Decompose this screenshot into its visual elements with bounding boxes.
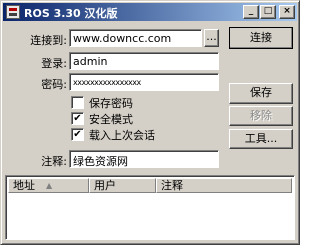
connect-to-label: 连接到: [30, 34, 67, 47]
secure-mode-checkbox[interactable]: ✔ [71, 112, 84, 125]
column-header-note[interactable]: 注释 [156, 178, 292, 193]
app-window: ROS 3.30 汉化版 _ □ × 连接到: www.downcc.com .… [0, 0, 300, 245]
login-label: 登录: [41, 57, 67, 70]
app-icon[interactable] [6, 5, 20, 19]
password-label: 密码: [41, 78, 67, 91]
password-field[interactable]: xxxxxxxxxxxxxxxx [69, 73, 219, 91]
save-button[interactable]: 保存 [229, 83, 293, 104]
load-last-session-label: 载入上次会话 [89, 129, 155, 142]
login-field[interactable]: admin [69, 52, 219, 70]
close-button[interactable]: × [279, 5, 295, 19]
tools-button[interactable]: 工具... [229, 129, 293, 149]
minimize-button[interactable]: _ [243, 5, 259, 19]
save-password-label: 保存密码 [89, 97, 133, 110]
remove-button[interactable]: 移除 [229, 106, 293, 126]
window-title: ROS 3.30 汉化版 [24, 7, 118, 20]
maximize-button[interactable]: □ [260, 5, 276, 19]
note-field[interactable]: 绿色资源网 [69, 150, 219, 168]
connect-to-field[interactable]: www.downcc.com [69, 29, 202, 47]
sort-ascending-icon: ▲ [46, 181, 53, 190]
column-header-address[interactable]: 地址 ▲ [8, 178, 89, 193]
column-header-address-label: 地址 [13, 179, 35, 192]
session-list[interactable]: 地址 ▲ 用户 注释 [5, 175, 295, 240]
column-header-user[interactable]: 用户 [89, 178, 156, 193]
load-last-session-checkbox[interactable]: ✔ [71, 128, 84, 141]
browse-button[interactable]: ... [204, 29, 219, 47]
save-password-checkbox[interactable] [71, 96, 84, 109]
title-bar[interactable]: ROS 3.30 汉化版 _ □ × [3, 3, 297, 21]
secure-mode-label: 安全模式 [89, 113, 133, 126]
note-label: 注释: [41, 155, 67, 168]
connect-button[interactable]: 连接 [229, 27, 293, 49]
